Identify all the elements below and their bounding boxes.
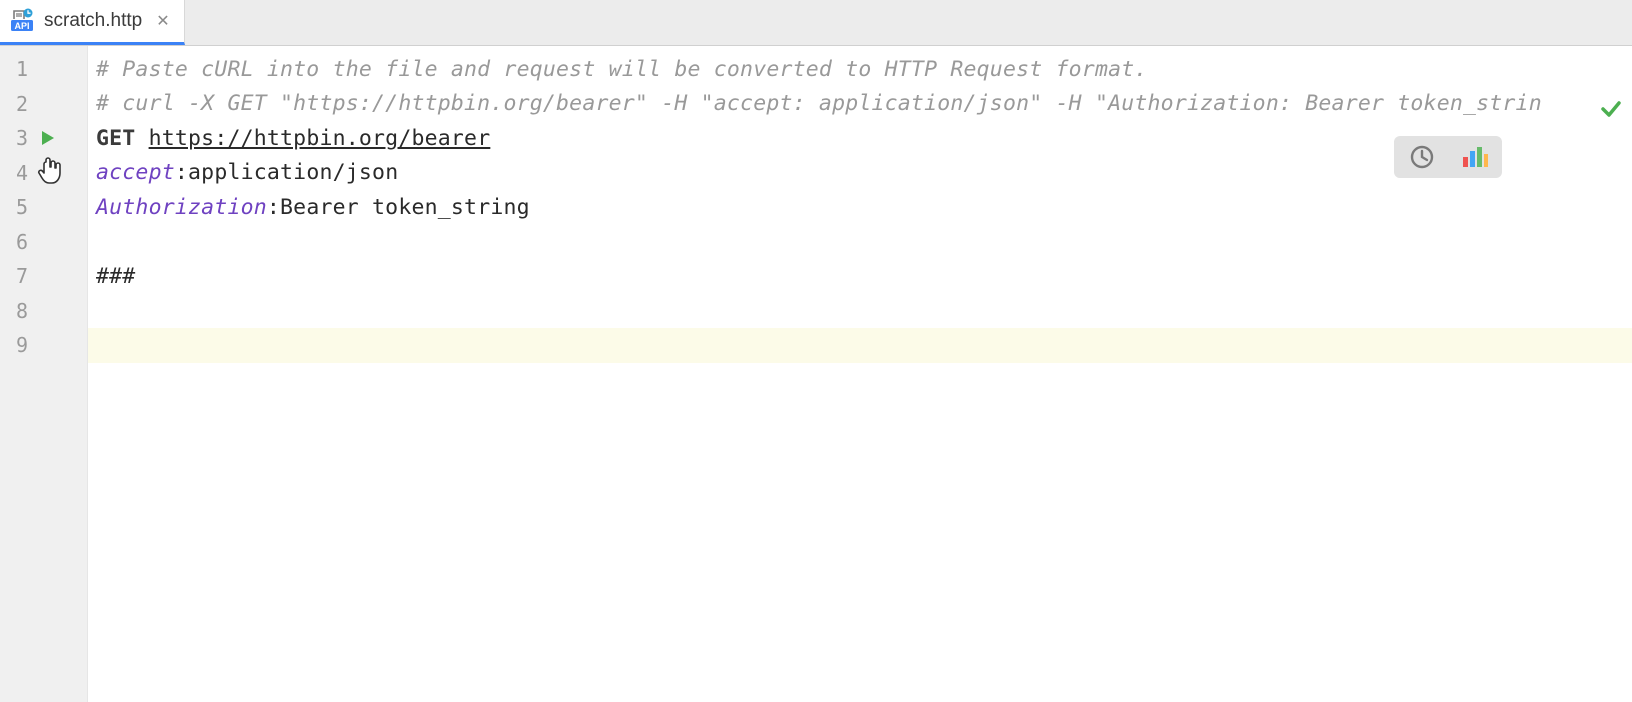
request-url[interactable]: https://httpbin.org/bearer [149, 126, 491, 151]
tab-bar: API scratch.http ✕ [0, 0, 1632, 46]
header-value: Bearer token_string [280, 195, 530, 220]
close-icon[interactable]: ✕ [156, 11, 169, 31]
colon: : [267, 195, 280, 220]
code-line: Authorization: Bearer token_string [88, 190, 1632, 225]
code-line-current [88, 328, 1632, 363]
code-line: # Paste cURL into the file and request w… [88, 52, 1632, 87]
header-name: Authorization [96, 195, 267, 220]
code-line [88, 225, 1632, 260]
request-tools [1394, 136, 1502, 178]
header-name: accept [96, 160, 175, 185]
line-number: 2 [6, 92, 28, 116]
svg-text:API: API [14, 21, 29, 31]
header-value: application/json [188, 160, 398, 185]
line-number: 1 [6, 57, 28, 81]
http-file-icon: API [10, 8, 36, 34]
code-line: # curl -X GET "https://httpbin.org/beare… [88, 87, 1632, 122]
request-separator: ### [96, 264, 135, 289]
line-number: 9 [6, 333, 28, 357]
tab-title: scratch.http [44, 10, 142, 32]
line-number: 7 [6, 264, 28, 288]
comment-text: # Paste cURL into the file and request w… [96, 57, 1148, 82]
code-line: ### [88, 259, 1632, 294]
line-number: 8 [6, 299, 28, 323]
history-icon[interactable] [1408, 143, 1436, 171]
line-number: 3 [6, 126, 28, 150]
comment-text: # curl -X GET "https://httpbin.org/beare… [96, 91, 1542, 116]
editor: 1 2 3 4 5 6 7 8 9 # Paste cURL into the … [0, 46, 1632, 702]
line-number: 5 [6, 195, 28, 219]
inspection-ok-icon[interactable] [1600, 98, 1622, 120]
gutter: 1 2 3 4 5 6 7 8 9 [0, 46, 88, 702]
line-number: 4 [6, 161, 28, 185]
http-method: GET [96, 126, 135, 151]
code-line [88, 294, 1632, 329]
stats-icon[interactable] [1460, 143, 1488, 171]
line-number: 6 [6, 230, 28, 254]
colon: : [175, 160, 188, 185]
tab-scratch-http[interactable]: API scratch.http ✕ [0, 0, 185, 45]
run-icon[interactable] [40, 130, 56, 146]
